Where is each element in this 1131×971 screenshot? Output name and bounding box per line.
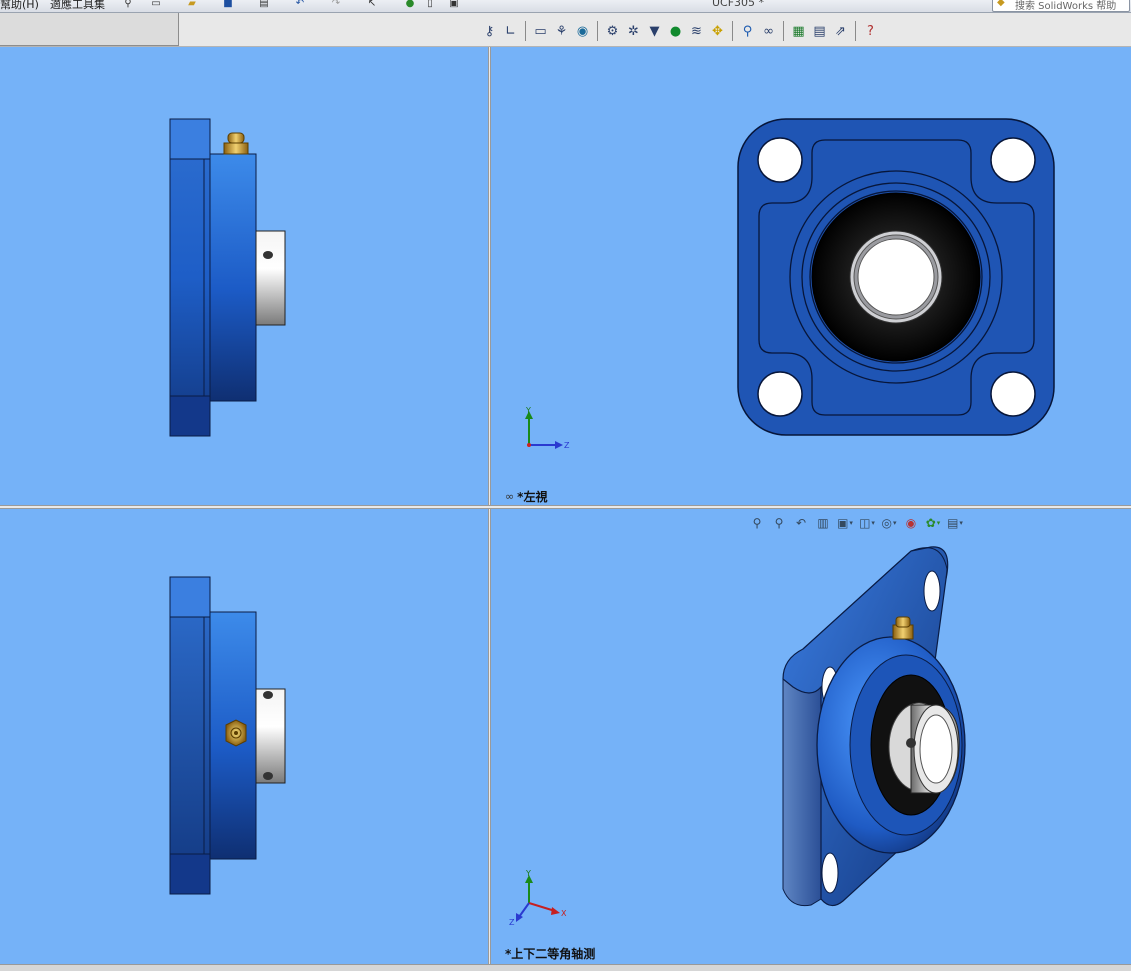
display-style-icon[interactable]: ◫ ▾ <box>858 514 876 532</box>
hide-show-items-icon[interactable]: ◎ ▾ <box>880 514 898 532</box>
viewport-front[interactable] <box>0 47 488 505</box>
spring-icon[interactable]: ≋ <box>687 22 706 41</box>
undo-icon[interactable]: ↶ <box>294 0 306 9</box>
toolbar-separator <box>855 21 856 41</box>
search-icon: ◆ <box>997 0 1005 8</box>
zoom-to-area-icon[interactable]: ⚲ <box>770 514 788 532</box>
triad-z-label-iso: Z <box>509 918 515 927</box>
part-side-view-bottom <box>169 576 286 895</box>
redo-icon[interactable]: ↷ <box>330 0 342 9</box>
pin-icon[interactable]: ⚲ <box>122 0 134 9</box>
viewport-left[interactable]: Y Z ∞ *左視 <box>491 47 1131 505</box>
part-side-view-top <box>169 118 286 437</box>
funnel-icon[interactable]: ▼ <box>645 22 664 41</box>
options-icon[interactable]: ▣ <box>448 0 460 9</box>
select-arrow-icon[interactable]: ↖ <box>366 0 378 9</box>
heads-up-toolbar: ⚷ ∟ ▭ ⚘ ◉ ⚙ ✲ ▼ ● ≋ ✥ ⚲ ∞ ▦ ▤ ⇗ ? <box>480 18 880 44</box>
export-icon[interactable]: ⇗ <box>831 22 850 41</box>
view-settings-icon[interactable]: ▤ ▾ <box>946 514 964 532</box>
apply-scene-icon[interactable]: ✿ ▾ <box>924 514 942 532</box>
zoom-icon[interactable]: ⚲ <box>738 22 757 41</box>
part-isometric-view <box>782 546 966 907</box>
menu-bar: 幫助(H) 適應工具集 ⚲ ▭ ▰ ■ ▤ ↶ ↷ ↖ ● ▯ ▣ UCF305… <box>0 0 1131 13</box>
hierarchy-icon[interactable]: ⚘ <box>552 22 571 41</box>
triad-y-label-iso: Y <box>525 869 531 878</box>
traffic-light-icon[interactable]: ● <box>404 0 416 9</box>
new-document-icon[interactable]: ▭ <box>150 0 162 9</box>
search-placeholder: 搜索 SolidWorks 帮助 <box>1015 1 1117 12</box>
file-properties-icon[interactable]: ▯ <box>424 0 436 9</box>
toolbar-separator <box>732 21 733 41</box>
part-face-view <box>737 118 1055 436</box>
gear2-icon[interactable]: ✲ <box>624 22 643 41</box>
triad-x-label-iso: X <box>561 909 567 918</box>
zoom-to-fit-icon[interactable]: ⚲ <box>748 514 766 532</box>
triad-z-label: Z <box>564 441 570 450</box>
view-name-isometric: *上下二等角轴测 <box>505 947 596 961</box>
gear-icon[interactable]: ⚙ <box>603 22 622 41</box>
angle-icon[interactable]: ∟ <box>501 22 520 41</box>
document-title: UCF305 * <box>712 0 765 9</box>
monitor-icon[interactable]: ▭ <box>531 22 550 41</box>
coordinate-triad: Y Z <box>525 406 570 450</box>
adapt-toolbar-menu[interactable]: 適應工具集 <box>50 0 105 12</box>
toolbar-separator <box>597 21 598 41</box>
pin-icon[interactable]: ● <box>666 22 685 41</box>
search-input[interactable]: ◆ 搜索 SolidWorks 帮助 <box>992 0 1130 12</box>
previous-view-icon[interactable]: ↶ <box>792 514 810 532</box>
help-icon[interactable]: ? <box>861 22 880 41</box>
key-icon[interactable]: ⚷ <box>480 22 499 41</box>
printer-icon[interactable]: ▤ <box>810 22 829 41</box>
coordinate-triad-iso: Y X Z <box>509 869 567 927</box>
edit-appearance-icon[interactable]: ◉ <box>902 514 920 532</box>
save-icon[interactable]: ■ <box>222 0 234 9</box>
move-icon[interactable]: ✥ <box>708 22 727 41</box>
triad-y-label: Y <box>525 406 531 415</box>
viewport-top[interactable] <box>0 509 488 964</box>
open-folder-icon[interactable]: ▰ <box>186 0 198 9</box>
viewport-isometric[interactable]: Y X Z *上下二等角轴测 <box>491 509 1131 964</box>
binoculars-icon[interactable]: ∞ <box>759 22 778 41</box>
help-menu[interactable]: 幫助(H) <box>0 0 39 12</box>
view-heads-up-toolbar: ⚲ ⚲ ↶ ▥ ▣ ▾ ◫ ▾ ◎ ▾ ◉ ✿ ▾ ▤ ▾ <box>748 514 964 532</box>
print-icon[interactable]: ▤ <box>258 0 270 9</box>
globe-icon[interactable]: ◉ <box>573 22 592 41</box>
feature-manager-tab[interactable] <box>0 13 179 46</box>
excel-icon[interactable]: ▦ <box>789 22 808 41</box>
toolbar-separator <box>783 21 784 41</box>
view-label-left: ∞ *左視 <box>505 488 547 505</box>
view-name-left: *左視 <box>517 490 548 504</box>
toolbar-separator <box>525 21 526 41</box>
link-icon: ∞ <box>505 490 515 503</box>
viewport-splitter-horizontal[interactable] <box>0 505 1131 509</box>
section-view-icon[interactable]: ▥ <box>814 514 832 532</box>
view-orientation-icon[interactable]: ▣ ▾ <box>836 514 854 532</box>
